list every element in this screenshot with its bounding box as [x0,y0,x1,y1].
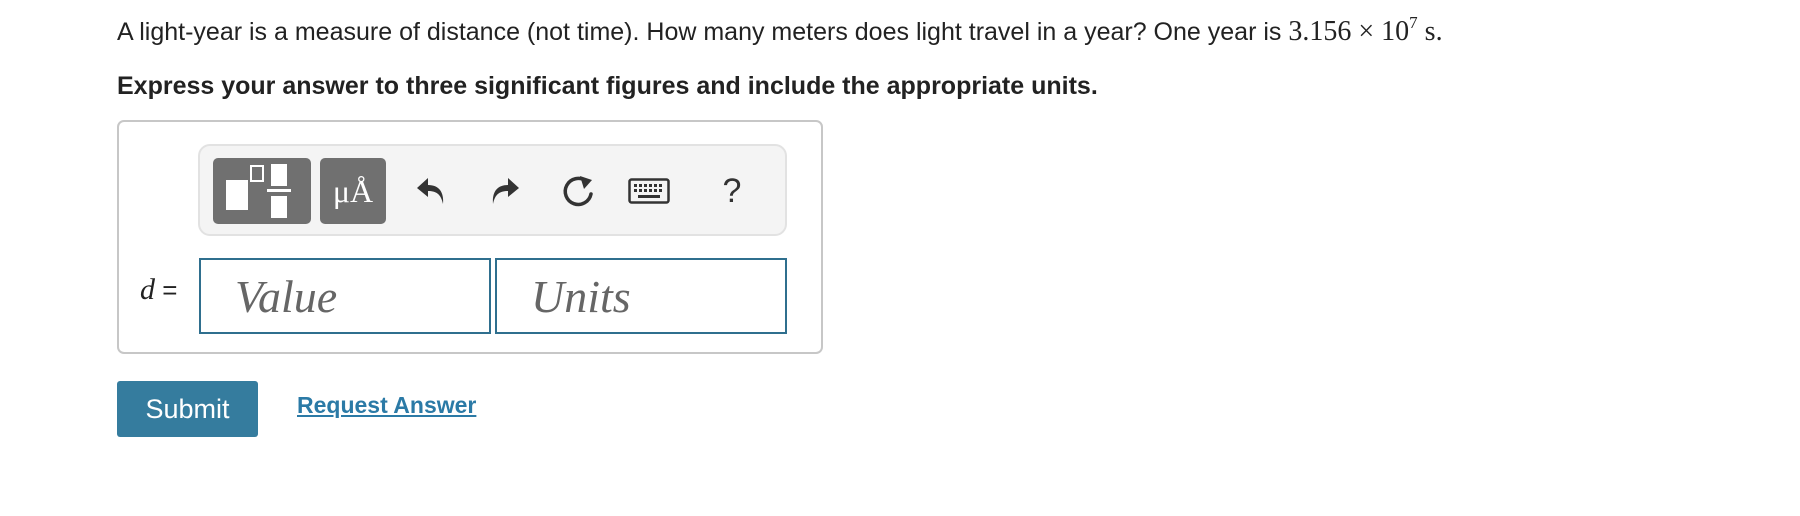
reset-icon [563,176,593,207]
question-math: 3.156 × 107 s. [1288,13,1443,47]
redo-button[interactable] [480,160,528,222]
help-label: ? [722,171,742,210]
answer-box: μÅ ? d = Value Units [117,120,823,354]
units-button-label: μÅ [332,173,374,209]
value-mantissa: 3.156 [1288,16,1352,47]
keyboard-icon [628,178,670,204]
sentence-period: . [1435,16,1443,47]
math-toolbar: μÅ ? [198,144,787,236]
question-text: A light-year is a measure of distance (n… [117,14,1443,50]
power-exponent: 7 [1409,13,1418,32]
reset-button[interactable] [555,160,603,222]
power-base: 10 [1381,16,1410,47]
value-input[interactable] [199,258,491,334]
units-input[interactable] [495,258,787,334]
help-button[interactable]: ? [708,160,756,222]
undo-button[interactable] [408,160,456,222]
redo-icon [492,178,519,204]
request-answer-link[interactable]: Request Answer [297,392,476,419]
equals-sign: = [162,275,178,305]
instruction-text: Express your answer to three significant… [117,72,1098,100]
undo-icon [417,178,444,204]
submit-button[interactable]: Submit [117,381,258,437]
templates-icon [226,164,291,218]
units-button[interactable]: μÅ [320,158,386,224]
times-sign: × [1358,16,1375,47]
templates-button[interactable] [213,158,311,224]
keyboard-button[interactable] [625,160,673,222]
question-prompt: A light-year is a measure of distance (n… [117,18,1282,46]
time-unit: s [1424,16,1436,47]
variable-symbol: d [140,273,155,306]
variable-label: d = [140,272,177,308]
